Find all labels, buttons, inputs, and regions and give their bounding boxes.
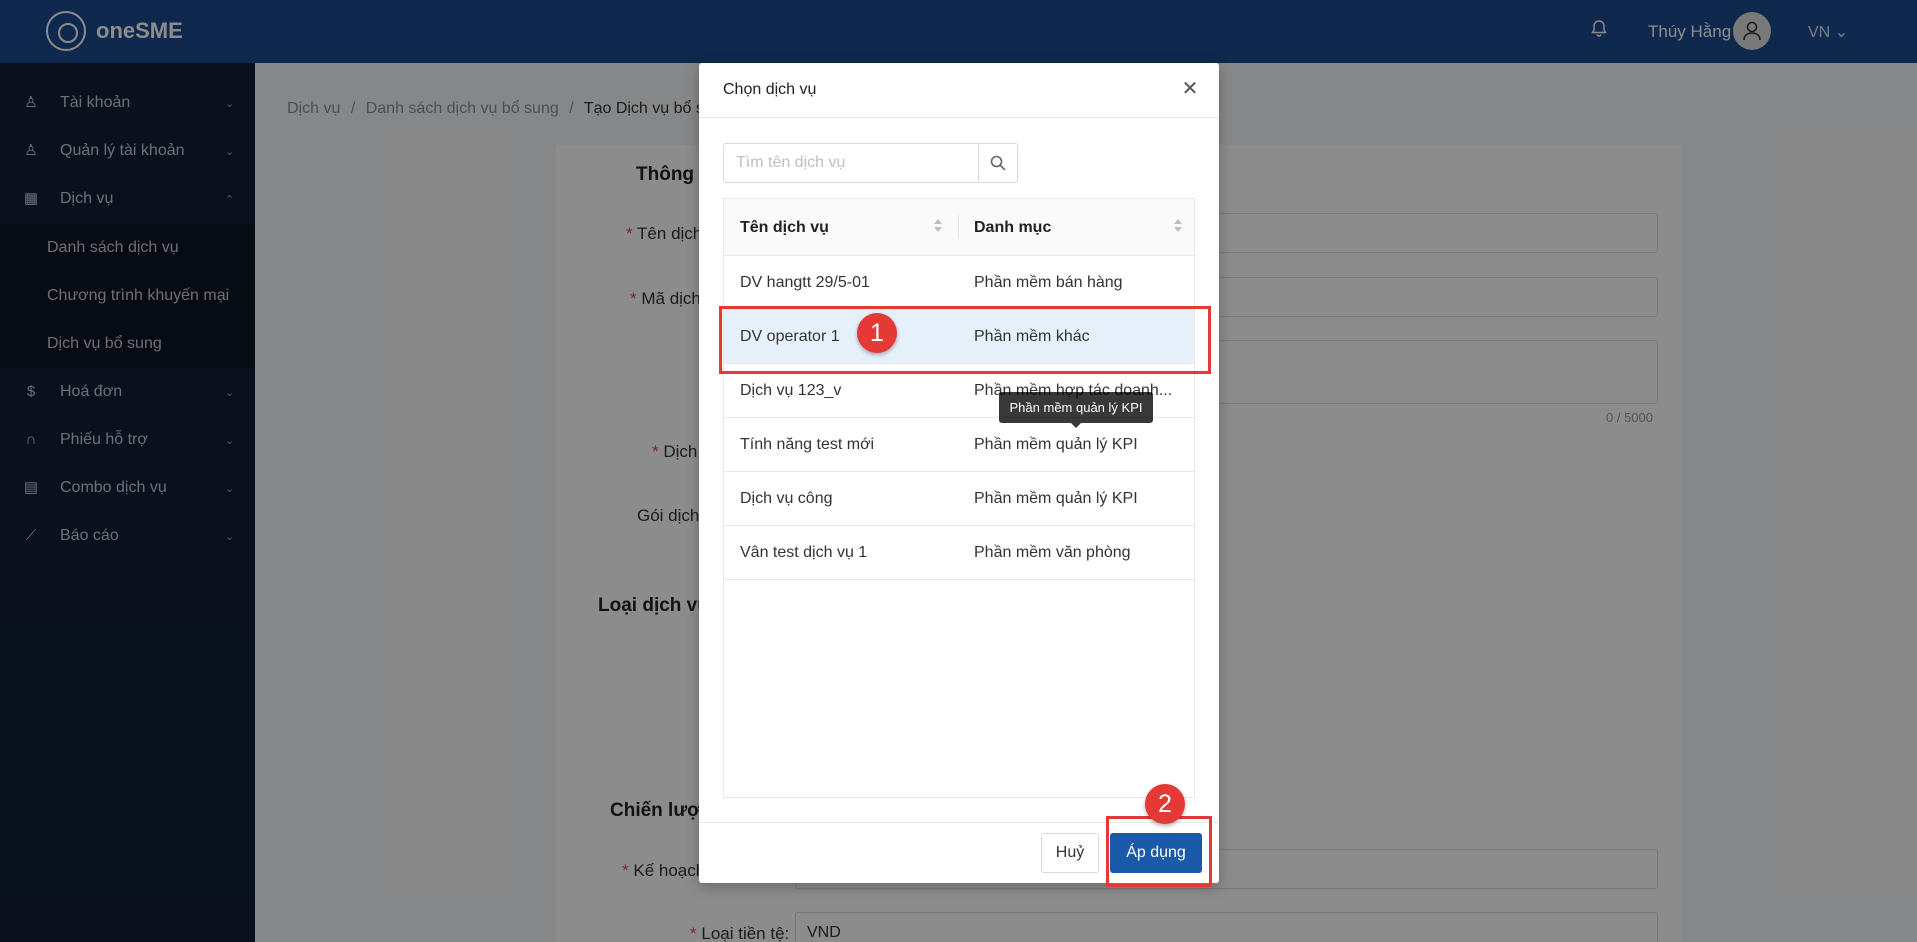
table-header: Tên dịch vụ Danh mục bbox=[724, 199, 1194, 256]
step-marker-2: 2 bbox=[1145, 784, 1185, 824]
cell-category: Phần mềm văn phòng bbox=[974, 544, 1131, 561]
cell-name: Dịch vụ 123_v bbox=[740, 382, 842, 399]
search-placeholder: Tìm tên dịch vụ bbox=[736, 154, 846, 171]
category-tooltip: Phần mềm quản lý KPI bbox=[999, 392, 1153, 428]
sort-icon[interactable] bbox=[1174, 219, 1182, 233]
cell-category: Phần mềm quản lý KPI bbox=[974, 490, 1138, 507]
highlight-box-row bbox=[719, 306, 1211, 374]
search-icon bbox=[990, 155, 1006, 171]
modal-title: Chọn dịch vụ bbox=[723, 81, 817, 98]
column-divider bbox=[958, 215, 959, 239]
choose-service-modal: Chọn dịch vụ ✕ Tìm tên dịch vụ Tên dịch … bbox=[699, 63, 1219, 883]
cell-category: Phần mềm bán hàng bbox=[974, 274, 1123, 291]
highlight-box-apply bbox=[1106, 816, 1212, 887]
column-header-category[interactable]: Danh mục bbox=[974, 219, 1051, 237]
sort-icon[interactable] bbox=[934, 219, 942, 233]
cancel-button[interactable]: Huỷ bbox=[1041, 833, 1099, 873]
table-row[interactable]: Dịch vụ công Phần mềm quản lý KPI bbox=[724, 472, 1194, 526]
modal-header: Chọn dịch vụ ✕ bbox=[699, 63, 1219, 118]
cell-name: Vân test dịch vụ 1 bbox=[740, 544, 868, 561]
table-row[interactable]: Vân test dịch vụ 1 Phần mềm văn phòng bbox=[724, 526, 1194, 580]
table-row[interactable]: DV hangtt 29/5-01 Phần mềm bán hàng bbox=[724, 256, 1194, 310]
cell-name: DV hangtt 29/5-01 bbox=[740, 274, 870, 291]
cell-name: Tính năng test mới bbox=[740, 436, 875, 453]
close-icon[interactable]: ✕ bbox=[1180, 79, 1200, 99]
step-marker-1: 1 bbox=[857, 313, 897, 353]
cell-category: Phần mềm quản lý KPI bbox=[974, 436, 1138, 453]
search-input[interactable]: Tìm tên dịch vụ bbox=[723, 143, 979, 183]
cell-name: Dịch vụ công bbox=[740, 490, 833, 507]
column-header-name[interactable]: Tên dịch vụ bbox=[740, 219, 829, 237]
search-button[interactable] bbox=[978, 143, 1018, 183]
table-row[interactable]: Tính năng test mới Phần mềm quản lý KPI bbox=[724, 418, 1194, 472]
service-table: Tên dịch vụ Danh mục DV hangtt 29/5-01 P… bbox=[723, 198, 1195, 798]
